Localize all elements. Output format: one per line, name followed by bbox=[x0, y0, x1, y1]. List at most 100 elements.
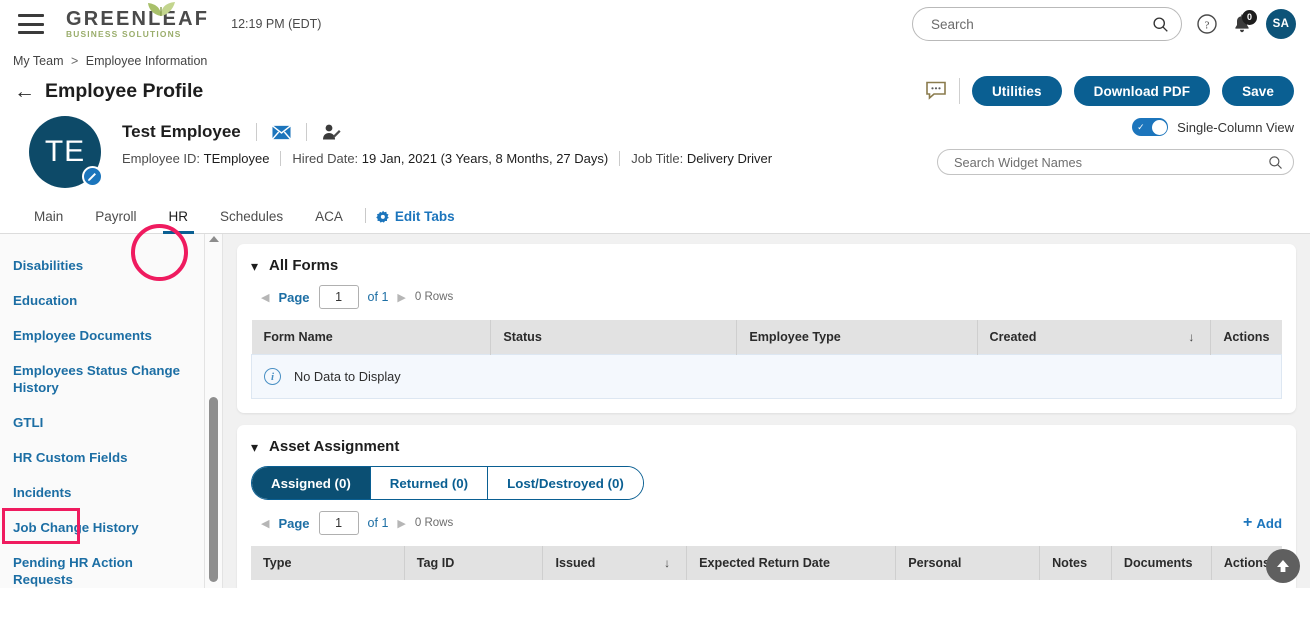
notification-count-badge: 0 bbox=[1242, 9, 1257, 25]
sidebar-item-employees-status-change-history[interactable]: Employees Status Change History bbox=[0, 353, 204, 405]
utilities-button[interactable]: Utilities bbox=[971, 76, 1062, 106]
page-number-input[interactable] bbox=[318, 285, 359, 309]
segment-assigned[interactable]: Assigned (0) bbox=[252, 467, 371, 499]
notifications-button[interactable]: 0 bbox=[1232, 9, 1257, 35]
column-tag-id[interactable]: Tag ID bbox=[404, 546, 544, 580]
column-issued-label: Issued bbox=[555, 556, 596, 570]
toggle-check-icon: ✓ bbox=[1137, 121, 1145, 132]
comment-icon[interactable] bbox=[925, 81, 947, 101]
column-personal[interactable]: Personal bbox=[895, 546, 1041, 580]
hr-sidebar: Disabilities Education Employee Document… bbox=[0, 234, 205, 588]
sort-descending-icon[interactable]: ↓ bbox=[1188, 330, 1194, 344]
empty-state-cell: i No Data to Display bbox=[251, 354, 1282, 399]
tab-schedules[interactable]: Schedules bbox=[204, 209, 299, 233]
sidebar-item-disabilities[interactable]: Disabilities bbox=[0, 248, 204, 283]
user-avatar[interactable]: SA bbox=[1266, 9, 1296, 39]
column-actions[interactable]: Actions bbox=[1210, 320, 1282, 355]
sidebar-item-education[interactable]: Education bbox=[0, 283, 204, 318]
sort-descending-icon[interactable]: ↓ bbox=[664, 556, 670, 570]
page-of-label: of 1 bbox=[367, 290, 389, 304]
employee-meta-row: Employee ID: TEmployee Hired Date: 19 Ja… bbox=[122, 151, 772, 166]
arrow-up-icon bbox=[1277, 560, 1289, 572]
breadcrumb-separator: > bbox=[70, 54, 79, 68]
envelope-icon[interactable] bbox=[271, 124, 291, 140]
page-label: Page bbox=[278, 515, 310, 531]
next-page-icon[interactable]: ▶ bbox=[397, 517, 405, 530]
hired-date-value: 19 Jan, 2021 (3 Years, 8 Months, 27 Days… bbox=[361, 151, 609, 166]
breadcrumb-item-my-team[interactable]: My Team bbox=[13, 54, 63, 68]
tab-aca[interactable]: ACA bbox=[299, 209, 359, 233]
column-documents[interactable]: Documents bbox=[1111, 546, 1212, 580]
column-created[interactable]: Created ↓ bbox=[977, 320, 1212, 355]
search-icon[interactable] bbox=[1152, 16, 1169, 33]
job-title-label: Job Title: bbox=[631, 151, 684, 166]
prev-page-icon[interactable]: ◀ bbox=[261, 291, 269, 304]
gear-icon bbox=[376, 210, 389, 223]
widget-search-input[interactable] bbox=[952, 153, 1268, 171]
sidebar-item-hr-custom-fields[interactable]: HR Custom Fields bbox=[0, 440, 204, 475]
sidebar-scrollbar[interactable] bbox=[205, 234, 223, 588]
sidebar-item-job-change-history[interactable]: Job Change History bbox=[0, 510, 204, 545]
edit-tabs-label: Edit Tabs bbox=[394, 209, 455, 224]
search-input[interactable] bbox=[929, 15, 1152, 33]
asset-assignment-header: ▾ Asset Assignment bbox=[251, 438, 1282, 455]
tab-main[interactable]: Main bbox=[18, 209, 79, 233]
hamburger-menu-icon[interactable] bbox=[18, 14, 44, 34]
chevron-down-icon[interactable]: ▾ bbox=[251, 259, 258, 273]
back-arrow-icon[interactable]: ← bbox=[14, 81, 35, 102]
hired-date-label: Hired Date: bbox=[292, 151, 359, 166]
meta-divider-2 bbox=[619, 151, 621, 166]
column-expected-return-date[interactable]: Expected Return Date bbox=[686, 546, 897, 580]
page-title-row: ← Employee Profile Utilities Download PD… bbox=[0, 68, 1310, 106]
avatar-edit-pencil-icon[interactable] bbox=[82, 166, 103, 187]
row-count-label: 0 Rows bbox=[414, 291, 454, 303]
tab-divider bbox=[364, 208, 366, 223]
save-button[interactable]: Save bbox=[1222, 76, 1294, 106]
profile-tab-bar: Main Payroll HR Schedules ACA Edit Tabs bbox=[0, 188, 1310, 234]
app-logo[interactable]: GREENLEAF BUSINESS SOLUTIONS bbox=[66, 1, 209, 40]
scrollbar-up-arrow-icon[interactable] bbox=[209, 236, 219, 242]
column-created-label: Created bbox=[989, 330, 1037, 344]
scroll-to-top-button[interactable] bbox=[1266, 549, 1300, 583]
segment-returned[interactable]: Returned (0) bbox=[370, 467, 489, 499]
prev-page-icon[interactable]: ◀ bbox=[261, 517, 269, 530]
empty-state-row: i No Data to Display bbox=[251, 354, 1282, 399]
widget-search-box[interactable] bbox=[937, 149, 1294, 175]
add-asset-button[interactable]: + Add bbox=[1243, 515, 1282, 531]
segment-lost-destroyed[interactable]: Lost/Destroyed (0) bbox=[488, 467, 643, 499]
column-notes[interactable]: Notes bbox=[1039, 546, 1112, 580]
leaf-icon bbox=[148, 1, 175, 16]
download-pdf-button[interactable]: Download PDF bbox=[1073, 76, 1211, 106]
single-column-view-label: Single-Column View bbox=[1177, 119, 1294, 135]
sidebar-item-employee-documents[interactable]: Employee Documents bbox=[0, 318, 204, 353]
single-column-view-toggle[interactable]: ✓ bbox=[1132, 118, 1169, 136]
name-divider-2 bbox=[305, 123, 307, 141]
column-issued[interactable]: Issued ↓ bbox=[542, 546, 688, 580]
tab-payroll[interactable]: Payroll bbox=[79, 209, 152, 233]
sidebar-item-gtli[interactable]: GTLI bbox=[0, 405, 204, 440]
scrollbar-thumb[interactable] bbox=[209, 397, 218, 582]
edit-tabs-button[interactable]: Edit Tabs bbox=[376, 209, 455, 233]
employee-avatar-wrapper: TE bbox=[29, 116, 103, 188]
sidebar-item-incidents[interactable]: Incidents bbox=[0, 475, 204, 510]
column-employee-type[interactable]: Employee Type bbox=[736, 320, 978, 355]
all-forms-header: ▾ All Forms bbox=[251, 257, 1282, 274]
user-edit-icon[interactable] bbox=[322, 123, 342, 141]
chevron-down-icon[interactable]: ▾ bbox=[251, 440, 258, 454]
tab-hr[interactable]: HR bbox=[153, 209, 205, 234]
global-search-box[interactable] bbox=[912, 7, 1182, 41]
all-forms-title: All Forms bbox=[269, 257, 339, 274]
table-header-row: Type Tag ID Issued ↓ Expected Return Dat… bbox=[251, 546, 1282, 580]
plus-icon: + bbox=[1243, 514, 1253, 531]
column-status[interactable]: Status bbox=[490, 320, 738, 355]
help-icon[interactable]: ? bbox=[1196, 13, 1218, 35]
widget-search-icon[interactable] bbox=[1268, 155, 1283, 170]
column-type[interactable]: Type bbox=[251, 546, 405, 580]
column-form-name[interactable]: Form Name bbox=[251, 320, 492, 355]
page-of-label: of 1 bbox=[367, 516, 389, 530]
sidebar-item-pending-hr-action-requests[interactable]: Pending HR Action Requests bbox=[0, 545, 204, 588]
page-number-input[interactable] bbox=[318, 511, 359, 535]
next-page-icon[interactable]: ▶ bbox=[397, 291, 405, 304]
breadcrumb-item-employee-information[interactable]: Employee Information bbox=[86, 54, 208, 68]
employee-id-label: Employee ID: bbox=[122, 151, 201, 166]
